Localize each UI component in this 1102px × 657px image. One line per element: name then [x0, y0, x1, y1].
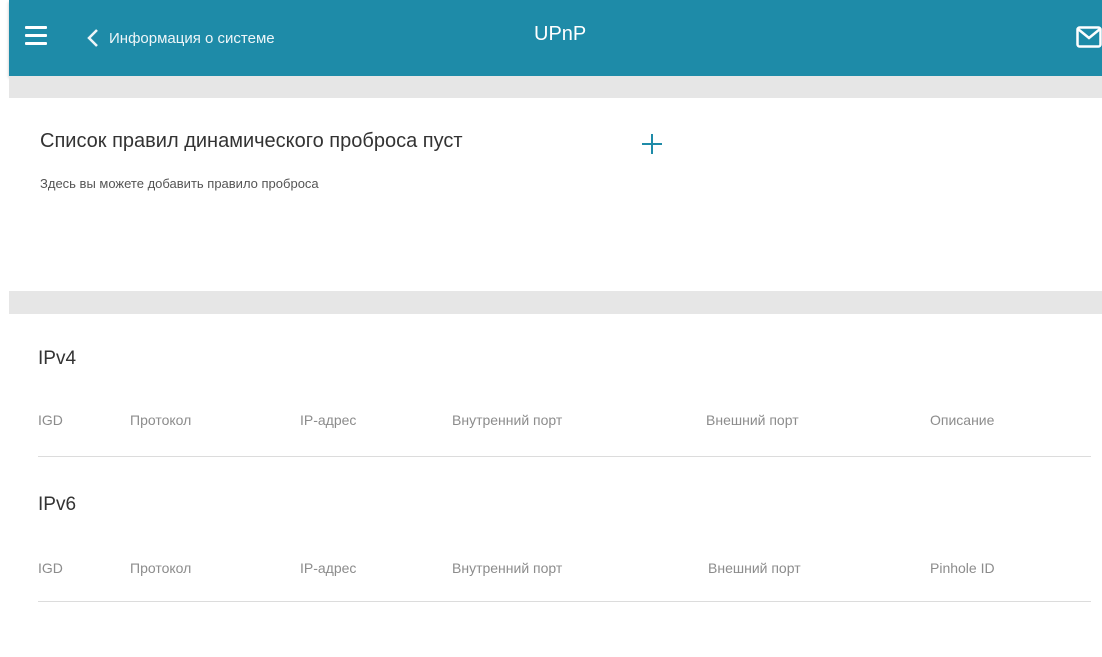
column-header: Описание [930, 412, 995, 428]
top-bar: Информация о системе UPnP [9, 0, 1102, 76]
ipv4-table-header: IGD Протокол IP-адрес Внутренний порт Вн… [38, 412, 1091, 432]
hamburger-menu-button[interactable] [25, 26, 47, 46]
back-link[interactable]: Информация о системе [87, 24, 275, 52]
ipv6-section-title: IPv6 [38, 494, 77, 515]
section-separator [9, 291, 1102, 314]
upnp-tables-card: IPv4 IGD Протокол IP-адрес Внутренний по… [9, 314, 1102, 657]
plus-icon[interactable] [640, 132, 664, 156]
column-header: IGD [38, 412, 63, 428]
column-header: Внутренний порт [452, 560, 563, 576]
column-header: Внутренний порт [452, 412, 563, 428]
hamburger-icon-line-bottom [25, 42, 47, 45]
hamburger-icon-line-middle [25, 34, 47, 37]
hamburger-icon [25, 26, 47, 29]
chevron-left-icon [87, 29, 98, 47]
column-header: IP-адрес [300, 560, 357, 576]
back-link-label: Информация о системе [109, 29, 275, 47]
column-header: IGD [38, 560, 63, 576]
column-header: Внешний порт [708, 560, 801, 576]
ipv6-table-header: IGD Протокол IP-адрес Внутренний порт Вн… [38, 560, 1091, 580]
rules-card: Список правил динамического проброса пус… [9, 98, 1102, 291]
section-separator [9, 76, 1102, 98]
column-header: Внешний порт [706, 412, 799, 428]
envelope-icon[interactable] [1076, 26, 1102, 48]
ipv4-table-divider [38, 456, 1091, 457]
rules-empty-subtitle: Здесь вы можете добавить правило проброс… [40, 176, 319, 191]
column-header: Pinhole ID [930, 560, 995, 576]
page-title: UPnP [534, 23, 587, 45]
rules-empty-title: Список правил динамического проброса пус… [40, 130, 463, 152]
column-header: Протокол [130, 412, 192, 428]
column-header: Протокол [130, 560, 192, 576]
column-header: IP-адрес [300, 412, 357, 428]
ipv6-table-divider [38, 601, 1091, 602]
ipv4-section-title: IPv4 [38, 348, 77, 369]
